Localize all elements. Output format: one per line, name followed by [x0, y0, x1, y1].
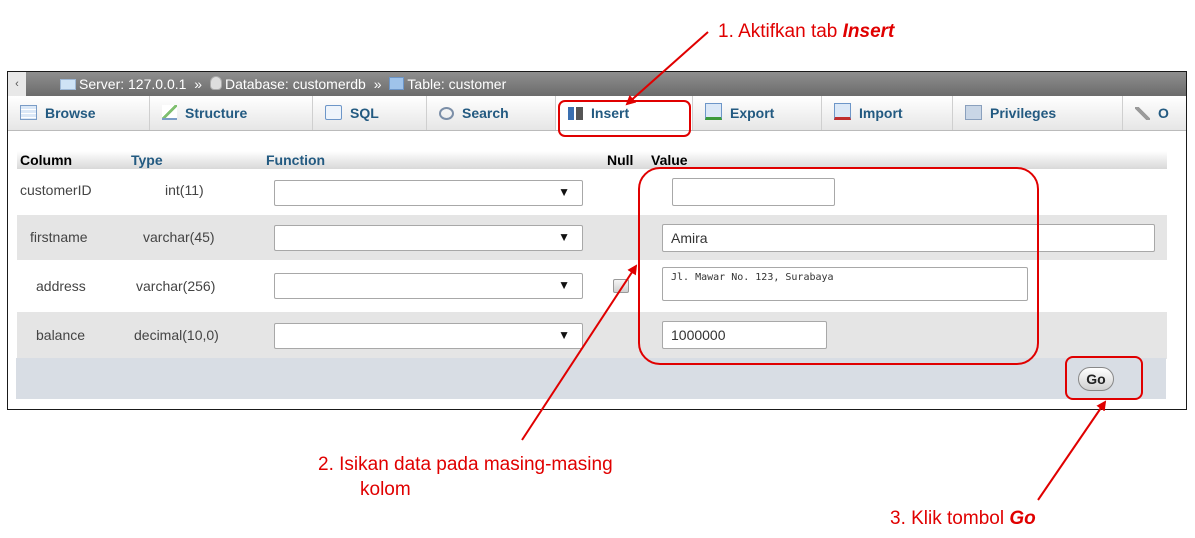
arrow-step-3 — [1037, 400, 1107, 501]
arrow-step-2 — [521, 264, 638, 441]
arrow-step-1 — [625, 31, 709, 106]
annotation-arrows — [521, 31, 1107, 501]
